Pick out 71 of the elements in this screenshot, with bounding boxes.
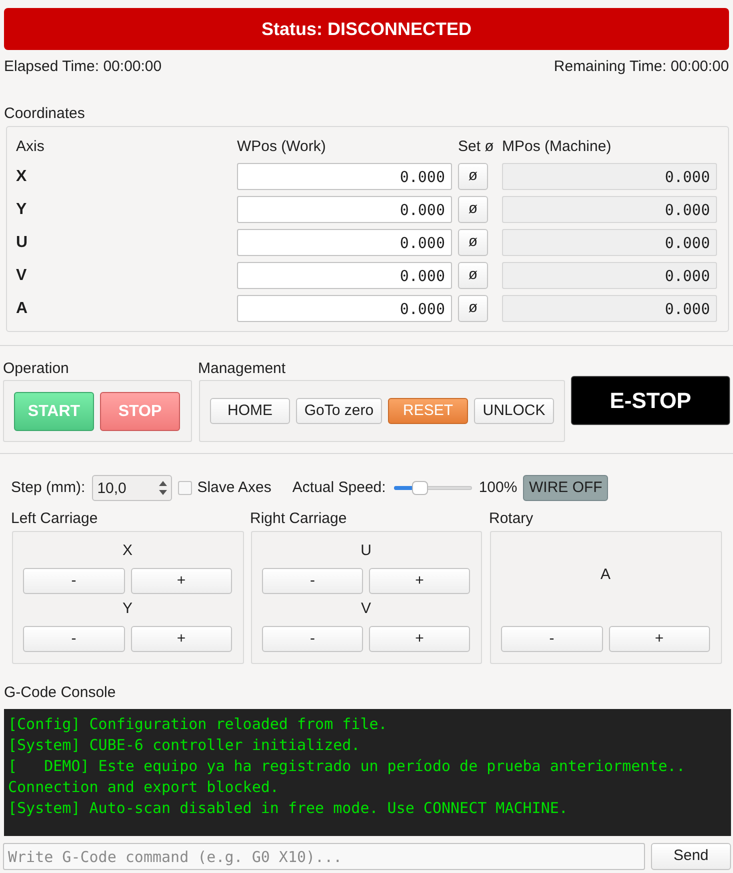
column-header: Axis [16, 138, 44, 155]
section-title: G-Code Console [4, 684, 116, 702]
wire-toggle-button[interactable]: WIRE OFF [523, 475, 608, 501]
slave-axes-checkbox[interactable] [178, 481, 192, 495]
console-line: [Config] Configuration reloaded from file. [8, 714, 388, 735]
command-field[interactable]: Write G-Code command (e.g. G0 X10)... [3, 843, 645, 870]
management-button[interactable]: UNLOCK [474, 398, 554, 424]
axis-label: V [16, 266, 27, 284]
set-zero-button[interactable]: ø [458, 262, 488, 289]
axis-label: U [16, 234, 28, 250]
jog-axis-label: X [122, 542, 132, 560]
wpos-field[interactable]: 0.000 [237, 163, 452, 190]
management-button[interactable]: HOME [210, 398, 290, 424]
mpos-field[interactable]: 0.000 [502, 229, 717, 256]
wpos-field[interactable]: 0.000 [237, 196, 452, 223]
speed-slider[interactable] [394, 481, 472, 495]
column-header: Set ø [458, 138, 494, 155]
wpos-field[interactable]: 0.000 [237, 295, 452, 322]
jog-axis-label: A [600, 566, 610, 584]
jog-minus-button[interactable]: - [23, 568, 124, 594]
send-button[interactable]: Send [651, 843, 731, 870]
jog-axis-label: U [360, 542, 372, 560]
speed-reading: 100% [478, 478, 518, 498]
section-title: Coordinates [4, 105, 85, 123]
jog-plus-button[interactable]: + [369, 626, 470, 652]
wpos-field[interactable]: 0.000 [237, 229, 452, 256]
elapsed-time-label: Elapsed Time: 00:00:00 [4, 58, 162, 76]
group-title: Left Carriage [11, 510, 98, 528]
set-zero-button[interactable]: ø [458, 229, 488, 256]
wpos-field[interactable]: 0.000 [237, 262, 452, 289]
slider-thumb[interactable] [412, 481, 428, 495]
slave-axes-label: Slave Axes [197, 478, 272, 498]
caret-down-icon [159, 490, 168, 495]
management-button[interactable]: GoTo zero [296, 398, 382, 424]
jog-minus-button[interactable]: - [262, 568, 363, 594]
set-zero-button[interactable]: ø [458, 295, 488, 322]
status-banner: Status: DISCONNECTED [4, 8, 729, 50]
group-title: Rotary [489, 510, 534, 528]
console-line: [System] CUBE-6 controller initialized. [8, 735, 360, 756]
jog-plus-button[interactable]: + [608, 626, 710, 652]
mpos-field[interactable]: 0.000 [502, 196, 717, 223]
caret-up-icon [159, 481, 168, 486]
jog-minus-button[interactable]: - [262, 626, 363, 652]
jog-plus-button[interactable]: + [130, 626, 232, 652]
mpos-field[interactable]: 0.000 [502, 163, 717, 190]
group-title: Right Carriage [250, 510, 347, 528]
console-line: Connection and export blocked. [8, 777, 279, 798]
emergency-stop-button[interactable]: E-STOP [571, 376, 730, 425]
axis-label: A [16, 300, 28, 316]
step-label: Step (mm): [11, 478, 86, 498]
console-line: [ DEMO] Este equipo ya ha registrado un período de prueba anteriormente.. [8, 756, 686, 777]
column-header: MPos (Machine) [502, 138, 612, 155]
jog-plus-button[interactable]: + [130, 568, 232, 594]
jog-plus-button[interactable]: + [369, 568, 470, 594]
mpos-field[interactable]: 0.000 [502, 295, 717, 322]
column-header: WPos (Work) [237, 138, 326, 155]
step-spinbox[interactable]: 10,0 [92, 475, 172, 501]
jog-axis-label: Y [122, 600, 132, 618]
jog-minus-button[interactable]: - [501, 626, 602, 652]
jog-minus-button[interactable]: - [23, 626, 124, 652]
mpos-field[interactable]: 0.000 [502, 262, 717, 289]
jog-axis-label: V [360, 600, 371, 618]
section-title: Operation [3, 360, 69, 378]
set-zero-button[interactable]: ø [458, 163, 488, 190]
set-zero-button[interactable]: ø [458, 196, 488, 223]
axis-label: X [16, 168, 27, 184]
console-line: [System] Auto-scan disabled in free mode. Use CONNECT MACHINE. [8, 798, 568, 819]
remaining-time-label: Remaining Time: 00:00:00 [554, 58, 729, 76]
axis-label: Y [16, 200, 27, 218]
speed-label: Actual Speed: [292, 478, 386, 498]
section-title: Management [198, 360, 286, 378]
